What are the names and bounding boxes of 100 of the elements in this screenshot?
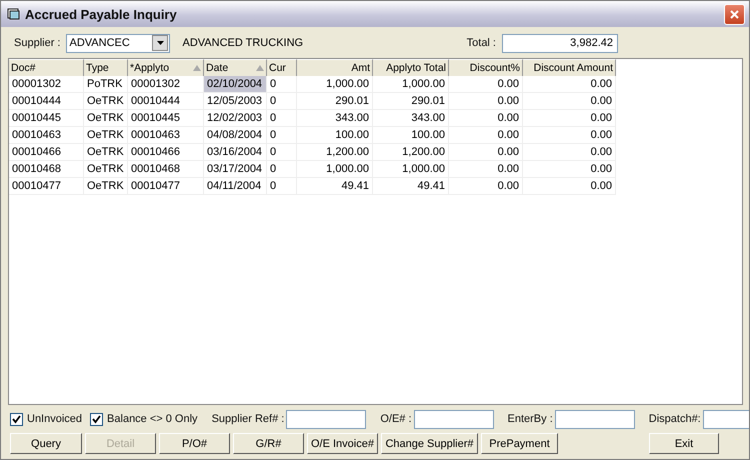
column-header[interactable]: Discount% (449, 59, 523, 77)
table-cell: OeTRK (84, 144, 128, 161)
table-cell: 00010477 (128, 178, 204, 195)
dropdown-button[interactable] (152, 35, 168, 51)
total-label: Total : (466, 37, 496, 49)
sort-icon (193, 65, 201, 71)
close-icon (729, 8, 740, 20)
table-cell: 0.00 (523, 127, 616, 144)
action-button[interactable]: Change Supplier# (381, 433, 478, 454)
field-label: EnterBy : (508, 413, 553, 425)
checkbox[interactable] (90, 412, 104, 426)
table-cell: 0 (267, 110, 297, 127)
supplier-label: Supplier : (14, 37, 60, 49)
table-cell: 1,200.00 (297, 144, 373, 161)
table-cell: 1,000.00 (297, 76, 373, 93)
column-header[interactable]: Cur (267, 59, 297, 77)
table-cell: 290.01 (373, 93, 449, 110)
table-cell: 04/08/2004 (204, 127, 267, 144)
table-cell: 0.00 (449, 76, 523, 93)
table-cell: 12/05/2003 (204, 93, 267, 110)
table-cell: 1,200.00 (373, 144, 449, 161)
table-cell: 0 (267, 76, 297, 93)
column-header[interactable]: Doc# (9, 59, 84, 77)
checkbox-label: UnInvoiced (27, 413, 82, 425)
table-cell: 03/16/2004 (204, 144, 267, 161)
table-cell: 0.00 (523, 178, 616, 195)
table-cell: 00010445 (9, 110, 84, 127)
column-header[interactable]: Date (204, 59, 267, 77)
table-cell: 00010463 (128, 127, 204, 144)
table-cell: 49.41 (297, 178, 373, 195)
table-cell: 100.00 (373, 127, 449, 144)
input-field[interactable] (414, 410, 494, 428)
action-button[interactable]: Query (10, 433, 82, 454)
close-button[interactable] (724, 4, 745, 24)
column-header[interactable]: Applyto Total (373, 59, 449, 77)
action-button[interactable]: G/R# (233, 433, 304, 454)
checkbox[interactable] (10, 412, 23, 426)
action-button[interactable]: Exit (649, 433, 719, 454)
table-cell: 00010466 (128, 144, 204, 161)
table-cell: 02/10/2004 (204, 76, 267, 93)
column-header[interactable]: Type (84, 59, 128, 77)
table-cell: 49.41 (373, 178, 449, 195)
input-field[interactable] (286, 410, 366, 428)
field-label: Supplier Ref# : (212, 413, 284, 425)
table-cell: 290.01 (297, 93, 373, 110)
table-cell: 1,000.00 (373, 76, 449, 93)
table-cell: 0.00 (449, 144, 523, 161)
table-cell: 00001302 (9, 76, 84, 93)
table-cell: 00010468 (128, 161, 204, 178)
table-cell: 0 (267, 127, 297, 144)
table-cell: 00010445 (128, 110, 204, 127)
action-button[interactable]: P/O# (159, 433, 230, 454)
table-cell: 0 (267, 93, 297, 110)
table-cell: 0.00 (523, 93, 616, 110)
window-title: Accrued Payable Inquiry (25, 6, 178, 22)
table-cell: 0.00 (449, 127, 523, 144)
table-cell: 00010463 (9, 127, 84, 144)
table-cell: OeTRK (84, 127, 128, 144)
caret-icon (156, 41, 164, 45)
table-cell: 12/02/2003 (204, 110, 267, 127)
table-cell: 0.00 (449, 93, 523, 110)
table-cell: OeTRK (84, 178, 128, 195)
table-cell: 0 (267, 144, 297, 161)
table-cell: 1,000.00 (297, 161, 373, 178)
table-cell: 00010466 (9, 144, 84, 161)
table-cell: 00010477 (9, 178, 84, 195)
table-cell: 100.00 (297, 127, 373, 144)
table-cell: 0.00 (449, 178, 523, 195)
table-cell: 0 (267, 178, 297, 195)
supplier-dropdown[interactable]: ADVANCEC (66, 34, 170, 52)
table-cell: 343.00 (373, 110, 449, 127)
table-cell: OeTRK (84, 93, 128, 110)
table-cell: 0.00 (523, 161, 616, 178)
action-button[interactable]: PrePayment (481, 433, 558, 454)
table-cell: 0.00 (449, 110, 523, 127)
checkbox-label: Balance <> 0 Only (107, 413, 198, 425)
field-label: O/E# : (380, 413, 412, 425)
table-cell: 03/17/2004 (204, 161, 267, 178)
field-label: Dispatch#: (648, 413, 701, 425)
table-cell: 0.00 (523, 110, 616, 127)
table-cell: 0 (267, 161, 297, 178)
input-field[interactable] (554, 410, 635, 428)
table-cell: 0.00 (523, 144, 616, 161)
window-icon (7, 8, 20, 20)
table-cell: 00001302 (128, 76, 204, 93)
table-cell: 0.00 (449, 161, 523, 178)
table-cell: 00010444 (9, 93, 84, 110)
table-cell: OeTRK (84, 161, 128, 178)
supplier-name: ADVANCED TRUCKING (182, 37, 304, 49)
column-header[interactable]: Discount Amount (523, 59, 616, 77)
table-cell: 1,000.00 (373, 161, 449, 178)
column-header[interactable]: Amt (297, 59, 373, 77)
sort-icon (256, 65, 264, 71)
table-cell: 00010468 (9, 161, 84, 178)
column-header[interactable]: *Applyto (128, 59, 204, 77)
action-button[interactable]: O/E Invoice# (307, 433, 378, 454)
table-cell: 00010444 (128, 93, 204, 110)
table-cell: 0.00 (523, 76, 616, 93)
total-field[interactable]: 3,982.42 (502, 34, 618, 52)
table-cell: PoTRK (84, 76, 128, 93)
